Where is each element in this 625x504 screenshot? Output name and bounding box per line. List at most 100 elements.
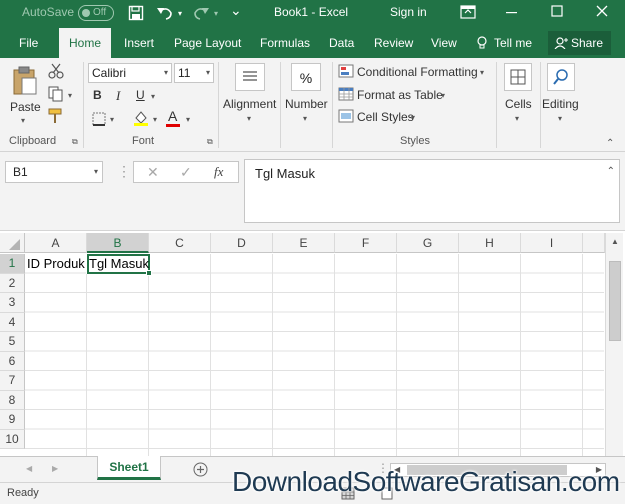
autosave-toggle[interactable]: Off	[78, 5, 114, 21]
copy-dropdown-icon[interactable]: ▾	[68, 91, 72, 100]
column-header-c[interactable]: C	[149, 233, 211, 253]
font-size-select[interactable]: 11 ▾	[174, 63, 214, 83]
more-options-icon[interactable]: ⋮	[117, 163, 131, 180]
paste-label[interactable]: Paste	[10, 100, 41, 114]
share-button[interactable]: Share	[547, 31, 611, 55]
tab-file[interactable]: File	[19, 36, 38, 50]
chevron-down-icon[interactable]: ▾	[411, 113, 415, 122]
clipboard-launcher-icon[interactable]: ⧉	[72, 137, 78, 147]
format-as-table-button[interactable]: Format as Table	[357, 88, 443, 102]
cell-b1[interactable]: Tgl Masuk	[89, 256, 149, 271]
font-launcher-icon[interactable]: ⧉	[207, 137, 213, 147]
collapse-formula-bar-icon[interactable]: ⌃	[607, 166, 615, 177]
fill-color-icon[interactable]	[133, 110, 149, 126]
customize-qat-icon[interactable]: ⌄	[230, 2, 242, 19]
tab-home[interactable]: Home	[59, 28, 112, 58]
borders-icon[interactable]	[92, 112, 106, 126]
cancel-icon[interactable]: ✕	[147, 164, 159, 181]
cells-label[interactable]: Cells	[505, 97, 532, 111]
scroll-up-icon[interactable]: ▲	[611, 237, 619, 246]
column-header-f[interactable]: F	[335, 233, 397, 253]
alignment-label[interactable]: Alignment	[223, 97, 276, 111]
column-header-i[interactable]: I	[521, 233, 583, 253]
tab-formulas[interactable]: Formulas	[260, 36, 310, 50]
column-header-g[interactable]: G	[397, 233, 459, 253]
insert-function-icon[interactable]: fx	[214, 164, 223, 180]
column-header-a[interactable]: A	[25, 233, 87, 253]
cells-button[interactable]	[504, 63, 532, 91]
cell-styles-button[interactable]: Cell Styles	[357, 110, 414, 124]
editing-label[interactable]: Editing	[542, 97, 579, 111]
borders-dropdown-icon[interactable]: ▾	[110, 115, 114, 124]
row-header-9[interactable]: 9	[0, 410, 25, 430]
row-header-4[interactable]: 4	[0, 312, 25, 332]
close-icon[interactable]	[596, 5, 608, 17]
column-header-partial[interactable]	[583, 233, 605, 253]
formula-input[interactable]: Tgl Masuk ⌃	[244, 159, 620, 223]
add-sheet-icon[interactable]	[193, 462, 208, 477]
next-sheet-icon[interactable]: ▶	[52, 464, 58, 473]
ribbon-display-options-icon[interactable]	[460, 5, 476, 19]
alignment-button[interactable]	[235, 63, 265, 91]
tab-page-layout[interactable]: Page Layout	[174, 36, 241, 50]
cells-dropdown-icon[interactable]: ▾	[515, 114, 519, 123]
row-header-2[interactable]: 2	[0, 273, 25, 293]
redo-icon[interactable]	[192, 5, 210, 21]
prev-sheet-icon[interactable]: ◀	[26, 464, 32, 473]
paste-icon[interactable]	[12, 66, 38, 96]
vertical-scroll-thumb[interactable]	[609, 261, 621, 341]
bold-button[interactable]: B	[93, 88, 102, 102]
tab-view[interactable]: View	[431, 36, 457, 50]
vertical-scrollbar[interactable]: ▲	[605, 233, 623, 457]
collapse-ribbon-icon[interactable]: ⌃	[606, 138, 614, 149]
fill-color-dropdown-icon[interactable]: ▾	[153, 115, 157, 124]
italic-button[interactable]: I	[116, 88, 120, 104]
column-header-h[interactable]: H	[459, 233, 521, 253]
undo-dropdown-icon[interactable]: ▾	[178, 9, 182, 18]
number-format-button[interactable]: %	[291, 63, 321, 91]
column-header-d[interactable]: D	[211, 233, 273, 253]
fill-handle[interactable]	[146, 270, 152, 276]
row-header-10[interactable]: 10	[0, 429, 25, 449]
row-header-6[interactable]: 6	[0, 351, 25, 371]
tab-data[interactable]: Data	[329, 36, 354, 50]
tab-insert[interactable]: Insert	[124, 36, 154, 50]
row-header-5[interactable]: 5	[0, 332, 25, 352]
number-dropdown-icon[interactable]: ▾	[303, 114, 307, 123]
row-header-3[interactable]: 3	[0, 293, 25, 313]
enter-icon[interactable]: ✓	[180, 164, 192, 181]
chevron-down-icon[interactable]: ▾	[480, 68, 484, 77]
sign-in-link[interactable]: Sign in	[390, 5, 427, 19]
cell-a1[interactable]: ID Produk	[27, 256, 85, 271]
minimize-icon[interactable]	[506, 11, 518, 15]
cell-area[interactable]: ID Produk Tgl Masuk	[25, 254, 604, 457]
sheet-tab-sheet1[interactable]: Sheet1	[97, 456, 161, 480]
underline-button[interactable]: U	[136, 88, 145, 102]
maximize-icon[interactable]	[551, 5, 563, 17]
font-name-select[interactable]: Calibri ▾	[88, 63, 172, 83]
save-icon[interactable]	[128, 5, 144, 21]
format-painter-icon[interactable]	[48, 108, 64, 124]
redo-dropdown-icon[interactable]: ▾	[214, 9, 218, 18]
tab-review[interactable]: Review	[374, 36, 413, 50]
editing-dropdown-icon[interactable]: ▾	[558, 114, 562, 123]
copy-icon[interactable]	[48, 86, 64, 102]
row-header-1[interactable]: 1	[0, 254, 25, 274]
editing-button[interactable]	[547, 63, 575, 91]
column-header-e[interactable]: E	[273, 233, 335, 253]
column-header-b[interactable]: B	[87, 233, 149, 253]
select-all-button[interactable]	[0, 233, 25, 253]
row-header-7[interactable]: 7	[0, 371, 25, 391]
font-color-button[interactable]: A	[168, 108, 177, 124]
tell-me-search[interactable]: Tell me	[494, 36, 532, 50]
font-color-dropdown-icon[interactable]: ▾	[186, 115, 190, 124]
paste-dropdown-icon[interactable]: ▾	[21, 116, 25, 125]
number-label[interactable]: Number	[285, 97, 328, 111]
conditional-formatting-button[interactable]: Conditional Formatting	[357, 65, 478, 79]
row-header-8[interactable]: 8	[0, 390, 25, 410]
name-box[interactable]: B1 ▾	[5, 161, 103, 183]
chevron-down-icon[interactable]: ▾	[441, 91, 445, 100]
undo-icon[interactable]	[156, 5, 174, 21]
underline-dropdown-icon[interactable]: ▾	[151, 92, 155, 101]
alignment-dropdown-icon[interactable]: ▾	[247, 114, 251, 123]
